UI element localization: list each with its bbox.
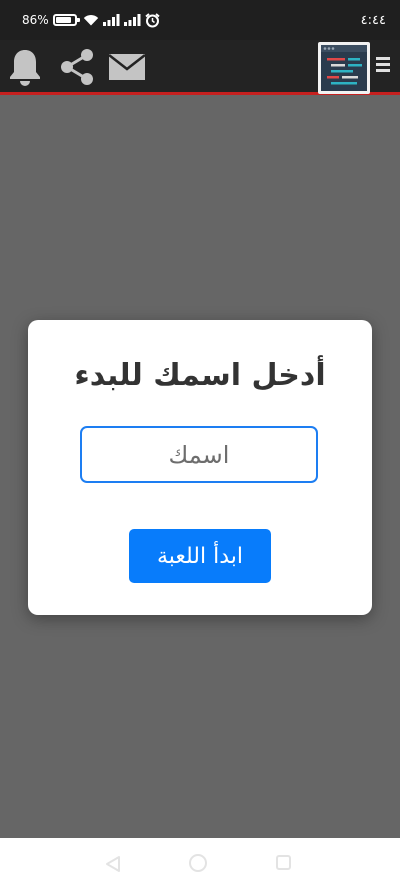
status-bar: 86% ٤:٤٤ [0, 0, 400, 40]
signal-icon [102, 14, 120, 26]
menu-bar [376, 57, 390, 60]
status-time: ٤:٤٤ [360, 12, 386, 28]
code-lines-icon [321, 45, 367, 85]
navigation-bar [0, 838, 400, 889]
home-icon[interactable] [189, 854, 207, 872]
dialog-title: أدخل اسمك للبدء [74, 358, 326, 393]
menu-icon[interactable] [376, 57, 392, 73]
battery-icon [52, 14, 80, 26]
recent-apps-icon[interactable] [276, 855, 291, 870]
app-header [0, 40, 400, 95]
start-game-button[interactable]: ابدأ اللعبة [129, 529, 271, 583]
wifi-icon [83, 14, 98, 26]
battery-percent: 86% [22, 13, 49, 27]
signal-icon-2 [123, 14, 141, 26]
menu-bar [376, 69, 390, 72]
alarm-icon [145, 12, 160, 27]
share-icon[interactable] [58, 48, 96, 86]
menu-bar [376, 63, 390, 66]
battery-fill [55, 17, 71, 23]
start-dialog: أدخل اسمك للبدء ابدأ اللعبة [28, 320, 372, 615]
mail-icon[interactable] [108, 53, 146, 81]
app-logo [318, 42, 370, 94]
app-logo-screen [321, 45, 367, 91]
status-icons: 86% [22, 12, 160, 28]
name-input[interactable] [80, 426, 318, 483]
bell-icon[interactable] [8, 48, 42, 86]
back-icon[interactable] [105, 855, 121, 873]
